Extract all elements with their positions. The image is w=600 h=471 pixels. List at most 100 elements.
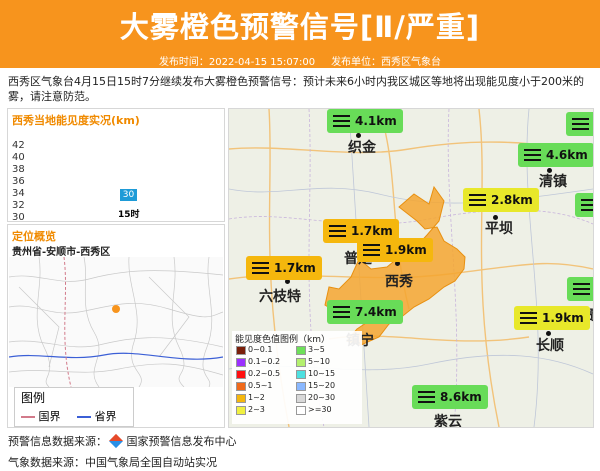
city-dot [547,168,552,173]
provincial-border-label: 省界 [94,410,117,423]
color-legend-title: 能见度色值图例（km） [235,335,330,345]
place-liuzhite: 六枝特 [259,289,301,305]
legend-label: 2~3 [248,405,265,414]
menu-icon [363,244,380,256]
warning-title: 大雾橙色预警信号[Ⅱ/严重] [119,10,481,44]
location-panel: 定位概览 贵州省-安顺市-西秀区 图例 国界 省界 [7,224,225,428]
menu-icon [329,225,346,237]
station-tag-ziyun[interactable]: 8.6km [412,385,488,409]
publisher: 发布单位：西秀区气象台 [331,57,442,68]
station-value: 2.8km [491,193,533,207]
legend-label: 3~5 [308,345,325,354]
station-tag-right-edge[interactable]: 1 [575,193,593,217]
warning-source-link[interactable]: 国家预警信息发布中心 [127,435,237,448]
national-border-label: 国界 [38,410,61,423]
y-axis-ticks: 42 40 38 36 34 32 30 [12,140,25,224]
station-value: 1.7km [274,261,316,275]
legend-swatch [236,394,246,403]
station-tag-zhenning[interactable]: 7.4km [327,300,403,324]
menu-icon [333,115,350,127]
legend-swatch [236,382,246,391]
publish-time: 发布时间：2022-04-15 15:07:00 [158,57,316,68]
warning-description: 西秀区气象台4月15日15时7分继续发布大雾橙色预警信号：预计未来6小时内我区城… [8,75,584,103]
legend-title: 图例 [21,391,46,405]
legend-swatch [296,358,306,367]
legend-swatch [236,370,246,379]
menu-icon [333,306,350,318]
menu-icon [581,199,593,211]
menu-icon [572,118,589,130]
weather-source-line: 气象数据来源：中国气象局全国自动站实况 [8,454,217,470]
legend-label: 1~2 [248,393,265,402]
legend-label: 15~20 [308,381,336,390]
y-tick: 32 [12,200,25,211]
station-value: 1.9km [542,311,584,325]
place-changshun: 长顺 [536,338,564,354]
location-path: 贵州省-安顺市-西秀区 [12,247,111,258]
x-tick-label: 15时 [118,210,140,220]
warning-center-logo-icon [108,433,124,449]
station-tag-top-right[interactable]: 4 [566,112,593,136]
menu-icon [524,149,541,161]
station-value: 4.1km [355,114,397,128]
menu-icon [418,391,435,403]
city-dot [546,331,551,336]
y-tick: 36 [12,176,25,187]
weather-source-label: 气象数据来源： [8,456,85,469]
menu-icon [520,312,537,324]
menu-icon [252,262,269,274]
legend-swatch [296,370,306,379]
legend-swatch [236,346,246,355]
y-tick: 34 [12,188,25,199]
city-dot [356,133,361,138]
warning-meta: 发布时间：2022-04-15 15:07:00 发布单位：西秀区气象台 [0,53,600,68]
visibility-panel: 西秀当地能见度实况(km) 42 40 38 36 34 32 30 30 15… [7,108,225,224]
weather-source-value: 中国气象局全国自动站实况 [85,456,217,469]
y-tick: 30 [12,212,25,223]
station-tag-right-edge-2[interactable]: 4 [567,277,593,301]
legend-swatch [236,358,246,367]
legend-swatch [236,406,246,415]
legend-provincial: 省界 [77,408,117,424]
location-panel-title: 定位概览 [12,230,56,243]
minimap-legend: 图例 国界 省界 [14,387,134,427]
legend-label: >=30 [308,405,332,414]
menu-icon [469,194,486,206]
legend-swatch [296,406,306,415]
warning-source-label: 预警信息数据来源： [8,435,107,448]
warning-source-line: 预警信息数据来源： 国家预警信息发布中心 [8,433,237,449]
place-xixiu: 西秀 [385,274,413,290]
station-value: 7.4km [355,305,397,319]
legend-label: 10~15 [308,369,336,378]
legend-label: 0.5~1 [248,381,273,390]
station-tag-qingzhen[interactable]: 4.6km [518,143,593,167]
legend-swatch [296,346,306,355]
station-tag-xixiu[interactable]: 1.9km [357,238,433,262]
station-tag-pingba[interactable]: 2.8km [463,188,539,212]
station-value: 8.6km [440,390,482,404]
station-tag-zhijin[interactable]: 4.1km [327,109,403,133]
place-qingzhen: 清镇 [539,174,567,190]
station-tag-liuzhite[interactable]: 1.7km [246,256,322,280]
legend-label: 20~30 [308,393,336,402]
place-ziyun: 紫云 [434,414,462,428]
provincial-border-swatch [77,416,91,418]
place-pingba: 平坝 [485,221,513,237]
city-dot [493,215,498,220]
legend-label: 0.1~0.2 [248,357,281,366]
overview-minimap[interactable] [9,257,223,387]
y-tick: 42 [12,140,25,151]
station-value: 1.7km [351,224,393,238]
legend-label: 0~0.1 [248,345,273,354]
y-tick: 38 [12,164,25,175]
bar-value-label[interactable]: 30 [120,189,137,201]
menu-icon [573,283,590,295]
legend-label: 5~10 [308,357,330,366]
station-tag-changshun[interactable]: 1.9km [514,306,590,330]
legend-label: 0.2~0.5 [248,369,281,378]
station-value: 1.9km [385,243,427,257]
visibility-panel-title: 西秀当地能见度实况(km) [12,114,140,127]
y-tick: 40 [12,152,25,163]
legend-swatch [296,382,306,391]
national-border-swatch [21,416,35,418]
